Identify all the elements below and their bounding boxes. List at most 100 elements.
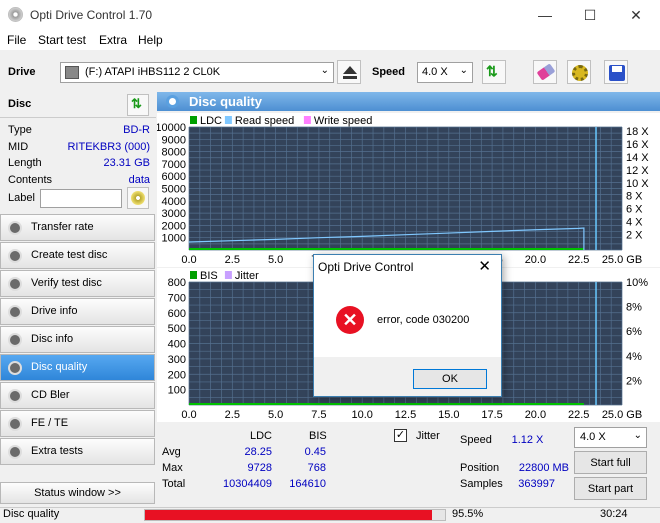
eject-icon — [343, 66, 357, 74]
drive-select[interactable]: (F:) ATAPI iHBS112 2 CL0K ⌄ — [60, 62, 334, 83]
menu-extra[interactable]: Extra — [99, 33, 127, 47]
legend-label: Read speed — [235, 115, 294, 127]
nav-item-create-test-disc[interactable]: Create test disc — [0, 242, 155, 269]
dialog-ok-button[interactable]: OK — [413, 369, 487, 389]
eject-button[interactable] — [337, 60, 361, 84]
app-icon — [8, 7, 23, 22]
disc-refresh-button[interactable]: ⇅ — [127, 94, 149, 116]
dialog-title: Opti Drive Control — [318, 260, 414, 274]
start-part-button[interactable]: Start part — [574, 477, 647, 500]
x-tick-label: 17.5 — [481, 409, 502, 421]
y-tick-label: 400 — [168, 339, 186, 351]
y-tick-label: 800 — [168, 277, 186, 289]
chevron-down-icon: ⌄ — [320, 65, 329, 76]
jitter-label: Jitter — [416, 430, 440, 442]
legend-label: LDC — [200, 115, 222, 127]
stats-speed-select[interactable]: 4.0 X ⌄ — [574, 427, 647, 448]
nav-item-disc-quality[interactable]: Disc quality — [0, 354, 155, 381]
speed-label: Speed — [372, 66, 406, 78]
nav-item-icon — [8, 249, 22, 263]
error-dialog: Opti Drive Control ✕ ✕ error, code 03020… — [313, 254, 502, 397]
nav-item-disc-info[interactable]: Disc info — [0, 326, 155, 353]
x-tick-label: 25.0 GB — [602, 254, 642, 266]
disc-info-value: 23.31 GB — [103, 157, 150, 169]
maximize-button[interactable]: ☐ — [567, 0, 613, 30]
stat-row-label: Avg — [162, 446, 181, 458]
disc-icon — [131, 191, 145, 205]
y2-tick-label: 2 X — [626, 230, 643, 242]
stat-bis-value: 0.45 — [304, 446, 326, 458]
nav-item-label: Drive info — [31, 305, 78, 317]
y-tick-label: 2000 — [162, 220, 186, 232]
menu-start-test[interactable]: Start test — [38, 33, 86, 47]
y-tick-label: 200 — [168, 369, 186, 381]
menu-help[interactable]: Help — [138, 33, 163, 47]
start-full-button[interactable]: Start full — [574, 451, 647, 474]
legend-label: BIS — [200, 270, 218, 282]
legend-swatch — [224, 116, 232, 124]
col-ldc-header: LDC — [250, 430, 273, 442]
status-window-button[interactable]: Status window >> — [0, 482, 155, 504]
y-tick-label: 3000 — [162, 208, 186, 220]
x-tick-label: 10.0 — [351, 409, 372, 421]
samples-value: 363997 — [518, 478, 555, 490]
nav-item-transfer-rate[interactable]: Transfer rate — [0, 214, 155, 241]
legend-swatch — [303, 116, 311, 124]
chevron-down-icon: ⌄ — [459, 65, 468, 76]
x-tick-label: 22.5 — [568, 409, 589, 421]
drive-select-value: (F:) ATAPI iHBS112 2 CL0K — [85, 66, 221, 78]
save-button[interactable] — [604, 60, 628, 84]
disc-header: Disc ⇅ — [0, 92, 156, 118]
y-tick-label: 500 — [168, 323, 186, 335]
y-tick-label: 100 — [168, 385, 186, 397]
status-label: Disc quality — [3, 508, 60, 520]
y-tick-label: 7000 — [162, 159, 186, 171]
dialog-ok-label: OK — [442, 373, 458, 385]
disc-info-value: RITEKBR3 (000) — [67, 140, 150, 153]
elapsed-time: 30:24 — [600, 508, 628, 520]
status-bar: Disc quality 95.5% 30:24 — [0, 507, 660, 523]
y2-tick-label: 4% — [626, 351, 642, 363]
nav-item-cd-bler[interactable]: CD Bler — [0, 382, 155, 409]
minimize-button[interactable]: — — [522, 0, 568, 30]
jitter-checkbox[interactable]: ✓ — [394, 429, 407, 442]
y2-tick-label: 6% — [626, 326, 642, 338]
disc-info-value: BD-R — [123, 124, 150, 136]
eraser-icon — [536, 63, 556, 81]
label-label: Label — [8, 192, 35, 204]
nav-item-verify-test-disc[interactable]: Verify test disc — [0, 270, 155, 297]
refresh-speed-button[interactable]: ⇅ — [482, 60, 506, 84]
y2-tick-label: 14 X — [626, 152, 649, 164]
nav-item-label: Disc info — [31, 333, 74, 345]
erase-button[interactable] — [533, 60, 557, 84]
disc-info-value: data — [128, 173, 150, 186]
disc-info-key: Type — [8, 124, 32, 136]
nav-item-fe-te[interactable]: FE / TE — [0, 410, 155, 437]
nav-item-icon — [8, 361, 22, 375]
speed-select[interactable]: 4.0 X ⌄ — [417, 62, 473, 83]
y-tick-label: 9000 — [162, 134, 186, 146]
nav-item-extra-tests[interactable]: Extra tests — [0, 438, 155, 465]
window-title: Opti Drive Control 1.70 — [30, 8, 153, 22]
close-button[interactable]: ✕ — [613, 0, 659, 30]
menu-file[interactable]: File — [7, 33, 26, 47]
tools-button[interactable] — [567, 60, 591, 84]
y2-tick-label: 10 X — [626, 178, 649, 190]
y2-tick-label: 10% — [626, 277, 648, 289]
nav-item-drive-info[interactable]: Drive info — [0, 298, 155, 325]
chevron-down-icon: ⌄ — [633, 430, 642, 441]
disc-info-key: MID — [8, 140, 29, 153]
y2-tick-label: 2% — [626, 375, 642, 387]
title-bar: Opti Drive Control 1.70 — ☐ ✕ — [0, 0, 660, 30]
label-input[interactable] — [40, 189, 122, 208]
progress-bar — [144, 509, 446, 521]
label-apply-button[interactable] — [127, 187, 149, 209]
stat-row-label: Max — [162, 462, 183, 474]
dialog-close-icon[interactable]: ✕ — [478, 257, 491, 275]
position-label: Position — [460, 462, 500, 474]
nav-item-label: Transfer rate — [31, 221, 94, 233]
refresh-arrows-icon: ⇅ — [131, 96, 142, 111]
legend-swatch — [190, 271, 197, 279]
speed-select-value: 4.0 X — [422, 66, 448, 78]
legend-swatch — [224, 271, 232, 279]
